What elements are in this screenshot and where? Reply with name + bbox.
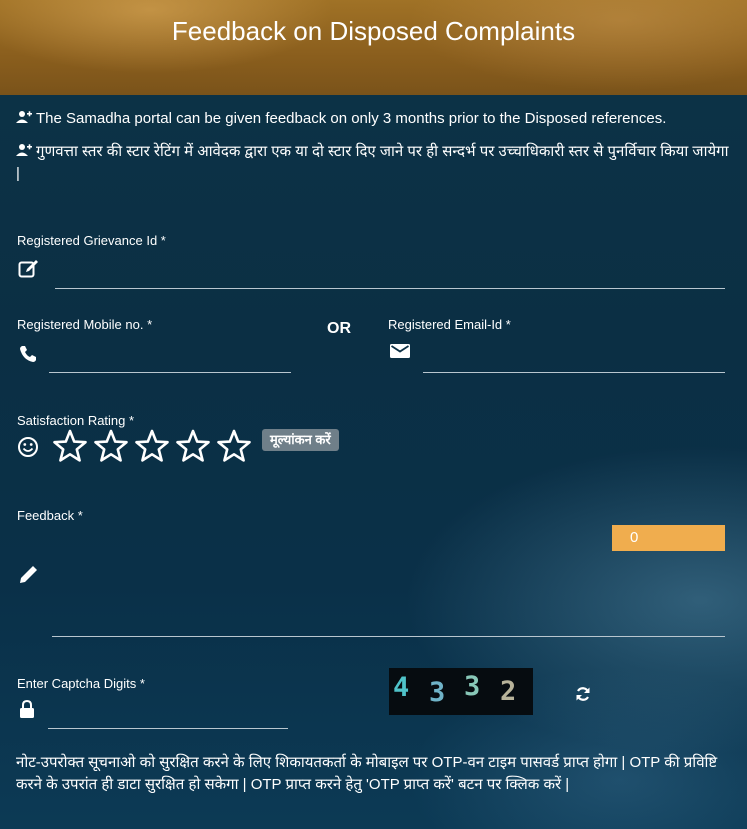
mobile-label: Registered Mobile no. * bbox=[17, 317, 153, 332]
or-label: OR bbox=[327, 320, 351, 337]
grievance-id-label: Registered Grievance Id * bbox=[17, 233, 166, 248]
star-rating bbox=[52, 428, 252, 464]
captcha-digit: 3 bbox=[464, 671, 481, 702]
grievance-id-underline bbox=[55, 288, 725, 289]
star-icon[interactable] bbox=[93, 428, 129, 464]
page-header: Feedback on Disposed Complaints bbox=[0, 0, 747, 95]
note-hindi: गुणवत्ता स्तर की स्टार रेटिंग में आवेदक … bbox=[16, 141, 731, 185]
email-label: Registered Email-Id * bbox=[388, 317, 511, 332]
refresh-icon[interactable] bbox=[575, 686, 591, 702]
char-counter: 0 bbox=[612, 525, 725, 551]
captcha-digit: 3 bbox=[429, 677, 446, 708]
feedback-underline bbox=[52, 636, 725, 637]
otp-note: नोट-उपरोक्त सूचनाओ को सुरक्षित करने के ल… bbox=[16, 754, 718, 793]
captcha-digit: 2 bbox=[500, 676, 517, 707]
phone-icon bbox=[20, 346, 36, 362]
edit-icon bbox=[18, 260, 38, 278]
rate-button[interactable]: मूल्यांकन करें bbox=[262, 429, 339, 451]
captcha-underline bbox=[48, 728, 288, 729]
rating-label: Satisfaction Rating * bbox=[17, 413, 135, 428]
mobile-underline bbox=[49, 372, 291, 373]
user-plus-icon bbox=[16, 111, 32, 123]
grievance-id-input[interactable] bbox=[56, 262, 728, 288]
mobile-input[interactable] bbox=[50, 346, 294, 372]
note-english: The Samadha portal can be given feedback… bbox=[16, 108, 741, 130]
feedback-label: Feedback * bbox=[17, 508, 83, 523]
captcha-input[interactable] bbox=[49, 702, 291, 728]
pencil-icon bbox=[20, 566, 37, 583]
captcha-label: Enter Captcha Digits * bbox=[17, 676, 145, 691]
captcha-image: 4 3 3 2 bbox=[389, 668, 533, 715]
mail-icon bbox=[390, 344, 410, 358]
star-icon[interactable] bbox=[134, 428, 170, 464]
page-title: Feedback on Disposed Complaints bbox=[171, 16, 576, 46]
star-icon[interactable] bbox=[216, 428, 252, 464]
lock-icon bbox=[20, 700, 34, 718]
email-input[interactable] bbox=[424, 346, 728, 372]
note-hindi-text: गुणवत्ता स्तर की स्टार रेटिंग में आवेदक … bbox=[16, 143, 729, 182]
star-icon[interactable] bbox=[175, 428, 211, 464]
captcha-digit: 4 bbox=[393, 672, 410, 703]
note-english-text: The Samadha portal can be given feedback… bbox=[36, 110, 667, 127]
email-underline bbox=[423, 372, 725, 373]
user-plus-icon bbox=[16, 144, 32, 156]
smile-icon bbox=[18, 437, 38, 457]
star-icon[interactable] bbox=[52, 428, 88, 464]
